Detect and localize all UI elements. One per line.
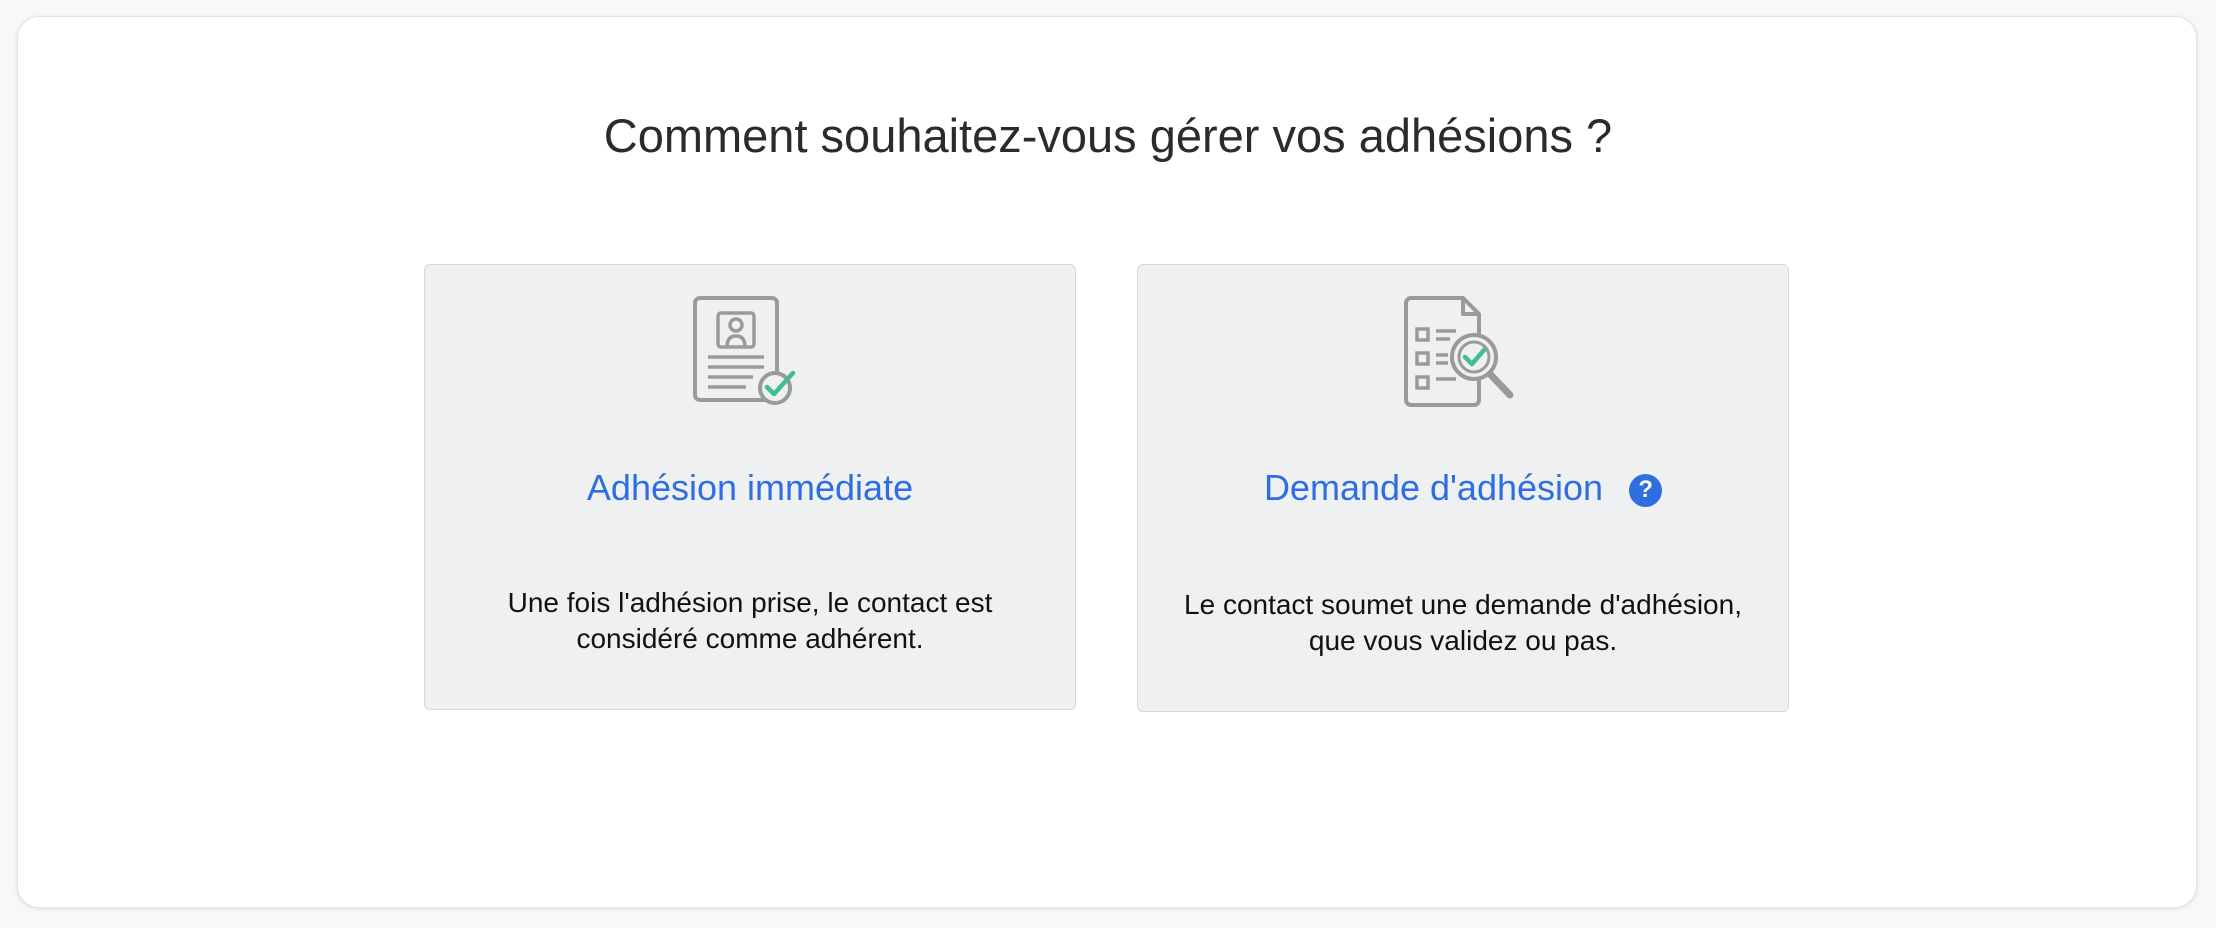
member-card-check-icon <box>693 296 796 405</box>
option-description: Une fois l'adhésion prise, le contact es… <box>507 587 993 654</box>
checklist-magnifier-icon <box>1404 296 1514 407</box>
option-card-immediate[interactable]: Adhésion immédiate Une fois l'adhésion p… <box>424 264 1076 710</box>
option-description: Le contact soumet une demande d'adhésion… <box>1184 589 1742 656</box>
option-card-request[interactable]: Demande d'adhésion ? Le contact soumet u… <box>1137 264 1789 712</box>
help-icon[interactable]: ? <box>1629 473 1663 507</box>
page-title: Comment souhaitez-vous gérer vos adhésio… <box>603 109 1613 162</box>
option-title: Adhésion immédiate <box>586 467 914 508</box>
option-title: Demande d'adhésion ? <box>1138 465 1788 511</box>
